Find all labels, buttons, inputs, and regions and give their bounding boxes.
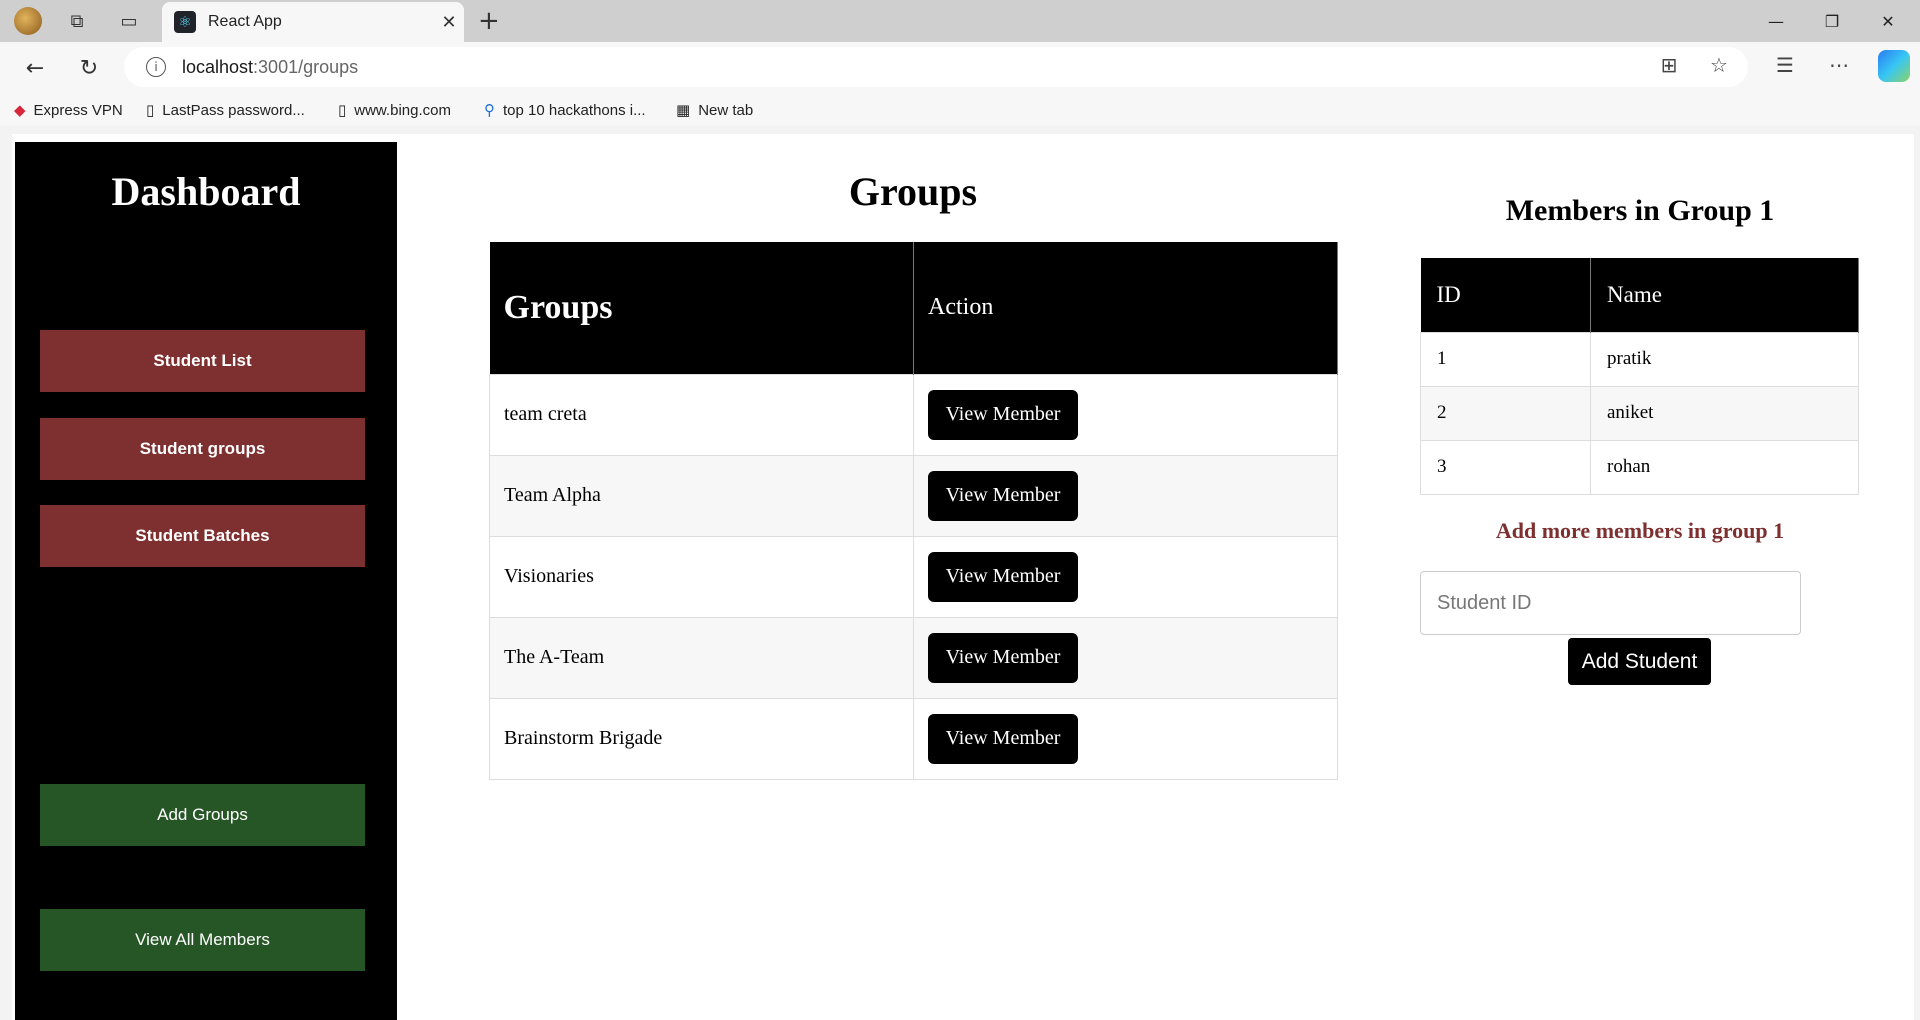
close-icon[interactable]: ✕	[434, 12, 464, 33]
member-name: rohan	[1590, 439, 1859, 495]
newtab-icon: ▦	[676, 101, 691, 119]
add-groups-button[interactable]: Add Groups	[40, 784, 365, 846]
favorites-icon[interactable]: ☰	[1770, 50, 1800, 80]
column-header-action: Action	[913, 242, 1338, 374]
bookmark-label: Express VPN	[33, 101, 123, 119]
page-icon: ▯	[338, 101, 347, 119]
group-name: The A-Team	[489, 616, 914, 699]
column-header-groups: Groups	[489, 242, 914, 374]
table-row: 3 rohan	[1420, 439, 1859, 495]
new-tab-button[interactable]: +	[478, 6, 500, 36]
window-close-icon[interactable]: ✕	[1864, 4, 1912, 38]
column-header-id: ID	[1420, 258, 1591, 332]
page-icon: ▯	[146, 101, 155, 119]
browser-toolbar: ← ↻ i localhost:3001/groups ⊞ ☆ ☰ ⋯	[0, 42, 1920, 92]
bookmark-item[interactable]: ▯ LastPass password...	[146, 99, 305, 121]
restore-icon[interactable]: ❐	[1808, 4, 1856, 38]
browser-tab[interactable]: ⚛ React App ✕	[162, 2, 464, 42]
action-cell: View Member	[913, 535, 1338, 618]
bookmark-label: top 10 hackathons i...	[503, 101, 646, 119]
app-page: Dashboard Student List Student groups St…	[12, 134, 1914, 1020]
table-row: Brainstorm Brigade View Member	[489, 697, 1338, 780]
workspaces-icon[interactable]: ⧉	[64, 8, 90, 34]
page-viewport: Dashboard Student List Student groups St…	[0, 126, 1920, 1020]
groups-header-row: Groups Action	[489, 242, 1338, 374]
view-member-button[interactable]: View Member	[928, 470, 1078, 521]
search-icon: ⚲	[484, 101, 495, 119]
minimize-icon[interactable]: —	[1752, 4, 1800, 38]
member-id: 3	[1420, 439, 1591, 495]
action-cell: View Member	[913, 697, 1338, 780]
table-row: team creta View Member	[489, 373, 1338, 456]
tab-title: React App	[208, 13, 282, 30]
groups-table: Groups Action team creta View Member Tea…	[489, 242, 1338, 780]
action-cell: View Member	[913, 616, 1338, 699]
sidebar-title: Dashboard	[111, 169, 301, 214]
bookmark-item[interactable]: ▯ www.bing.com	[338, 99, 451, 121]
bookmark-item[interactable]: ▦ New tab	[676, 99, 753, 121]
app-available-icon[interactable]: ⊞	[1654, 50, 1684, 80]
favorite-star-icon[interactable]: ☆	[1704, 50, 1734, 80]
address-bar[interactable]: i localhost:3001/groups	[124, 47, 1748, 87]
add-members-heading: Add more members in group 1	[1495, 518, 1785, 543]
column-header-name: Name	[1590, 258, 1859, 332]
members-table: ID Name 1 pratik 2 aniket 3 rohan	[1420, 258, 1859, 495]
reload-icon[interactable]: ↻	[72, 51, 106, 85]
member-name: pratik	[1590, 331, 1859, 387]
url-path: :3001/groups	[253, 56, 359, 77]
view-member-button[interactable]: View Member	[928, 713, 1078, 764]
view-member-button[interactable]: View Member	[928, 632, 1078, 683]
tab-actions-icon[interactable]: ▭	[116, 8, 142, 34]
action-cell: View Member	[913, 373, 1338, 456]
bookmarks-bar: ◆ Express VPN ▯ LastPass password... ▯ w…	[0, 92, 1920, 126]
student-list-button[interactable]: Student List	[40, 330, 365, 392]
bookmark-item[interactable]: ⚲ top 10 hackathons i...	[484, 99, 646, 121]
groups-heading: Groups	[848, 169, 978, 214]
bookmark-label: www.bing.com	[354, 101, 451, 119]
bookmark-label: LastPass password...	[162, 101, 305, 119]
member-id: 1	[1420, 331, 1591, 387]
table-row: Visionaries View Member	[489, 535, 1338, 618]
student-batches-button[interactable]: Student Batches	[40, 505, 365, 567]
group-name: Team Alpha	[489, 454, 914, 537]
add-student-button[interactable]: Add Student	[1568, 638, 1711, 685]
table-row: Team Alpha View Member	[489, 454, 1338, 537]
bookmark-label: New tab	[698, 101, 754, 119]
view-member-button[interactable]: View Member	[928, 551, 1078, 602]
members-header-row: ID Name	[1420, 258, 1859, 332]
student-id-input[interactable]	[1420, 571, 1801, 635]
more-menu-icon[interactable]: ⋯	[1824, 50, 1854, 80]
members-heading: Members in Group 1	[1505, 194, 1775, 227]
group-name: team creta	[489, 373, 914, 456]
react-icon: ⚛	[174, 11, 196, 33]
view-member-button[interactable]: View Member	[928, 389, 1078, 440]
member-id: 2	[1420, 385, 1591, 441]
profile-avatar[interactable]	[14, 7, 42, 35]
group-name: Visionaries	[489, 535, 914, 618]
copilot-icon[interactable]	[1878, 50, 1910, 82]
action-cell: View Member	[913, 454, 1338, 537]
url-host: localhost	[182, 56, 254, 77]
bookmark-item[interactable]: ◆ Express VPN	[14, 99, 123, 121]
back-icon[interactable]: ←	[18, 51, 52, 85]
table-row: 2 aniket	[1420, 385, 1859, 441]
group-name: Brainstorm Brigade	[489, 697, 914, 780]
table-row: 1 pratik	[1420, 331, 1859, 387]
view-all-members-button[interactable]: View All Members	[40, 909, 365, 971]
browser-titlebar: ⧉ ▭ ⚛ React App ✕ + — ❐ ✕	[0, 0, 1920, 42]
student-groups-button[interactable]: Student groups	[40, 418, 365, 480]
sidebar: Dashboard Student List Student groups St…	[15, 142, 397, 1020]
table-row: The A-Team View Member	[489, 616, 1338, 699]
member-name: aniket	[1590, 385, 1859, 441]
info-icon[interactable]: i	[146, 57, 166, 77]
expressvpn-icon: ◆	[14, 101, 26, 119]
